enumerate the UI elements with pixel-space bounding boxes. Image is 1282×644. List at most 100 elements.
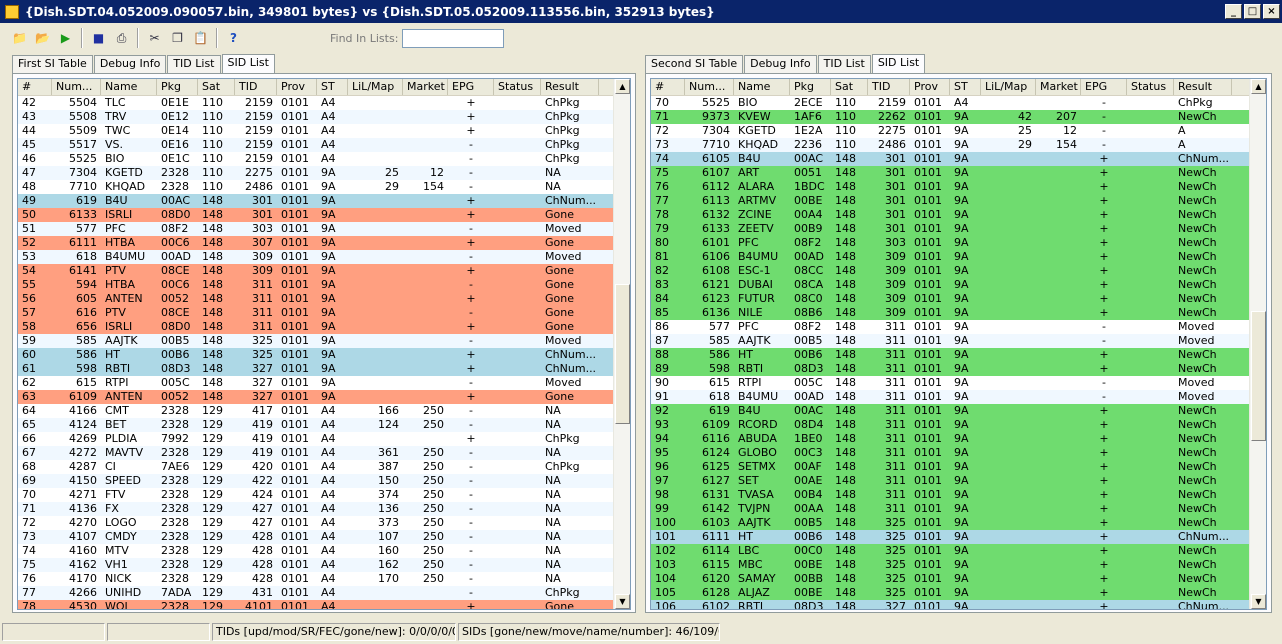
column-header[interactable]: Status — [494, 79, 541, 95]
table-row[interactable]: 81 6106 B4UMU 00AD 148 309 0101 9A + NewCh — [651, 250, 1266, 264]
left-sid-grid[interactable]: # Num... Name Pkg Sat TID Prov ST LiL/Map Market E… — [17, 78, 631, 610]
paste-icon[interactable]: 📋 — [189, 27, 212, 49]
table-row[interactable]: 105 6128 ALJAZ 00BE 148 325 0101 9A + NewCh — [651, 586, 1266, 600]
table-row[interactable]: 101 6111 HT 00B6 148 325 0101 9A + ChNum... — [651, 530, 1266, 544]
table-row[interactable]: 89 598 RBTI 08D3 148 311 0101 9A + NewCh — [651, 362, 1266, 376]
table-row[interactable]: 71 4136 FX 2328 129 427 0101 A4 136 250 - NA — [18, 502, 630, 516]
right-sid-grid[interactable]: # Num... Name Pkg Sat TID Prov ST LiL/Map Market E… — [650, 78, 1267, 610]
table-row[interactable]: 67 4272 MAVTV 2328 129 419 0101 A4 361 250 - NA — [18, 446, 630, 460]
table-row[interactable]: 76 6112 ALARA 1BDC 148 301 0101 9A + NewCh — [651, 180, 1266, 194]
table-row[interactable]: 47 7304 KGETD 2328 110 2275 0101 9A 25 12 - NA — [18, 166, 630, 180]
column-header[interactable]: Market — [1036, 79, 1081, 95]
table-row[interactable]: 73 7710 KHQAD 2236 110 2486 0101 9A 29 154 - A — [651, 138, 1266, 152]
table-row[interactable]: 75 4162 VH1 2328 129 428 0101 A4 162 250 - NA — [18, 558, 630, 572]
table-row[interactable]: 102 6114 LBC 00C0 148 325 0101 9A + NewCh — [651, 544, 1266, 558]
table-row[interactable]: 60 586 HT 00B6 148 325 0101 9A + ChNum... — [18, 348, 630, 362]
table-row[interactable]: 94 6116 ABUDA 1BE0 148 311 0101 9A + NewCh — [651, 432, 1266, 446]
table-row[interactable]: 72 7304 KGETD 1E2A 110 2275 0101 9A 25 12 - A — [651, 124, 1266, 138]
table-row[interactable]: 91 618 B4UMU 00AD 148 311 0101 9A - Moved — [651, 390, 1266, 404]
table-row[interactable]: 74 4160 MTV 2328 129 428 0101 A4 160 250 - NA — [18, 544, 630, 558]
table-row[interactable]: 77 6113 ARTMV 00BE 148 301 0101 9A + NewCh — [651, 194, 1266, 208]
table-row[interactable]: 96 6125 SETMX 00AF 148 311 0101 9A + NewCh — [651, 460, 1266, 474]
table-row[interactable]: 59 585 AAJTK 00B5 148 325 0101 9A - Moved — [18, 334, 630, 348]
table-row[interactable]: 84 6123 FUTUR 08C0 148 309 0101 9A + NewCh — [651, 292, 1266, 306]
column-header[interactable]: Name — [101, 79, 157, 95]
table-row[interactable]: 80 6101 PFC 08F2 148 303 0101 9A + NewCh — [651, 236, 1266, 250]
cut-icon[interactable]: ✂ — [143, 27, 166, 49]
column-header[interactable]: LiL/Map — [348, 79, 403, 95]
table-row[interactable]: 74 6105 B4U 00AC 148 301 0101 9A + ChNum... — [651, 152, 1266, 166]
table-row[interactable]: 62 615 RTPI 005C 148 327 0101 9A - Moved — [18, 376, 630, 390]
table-row[interactable]: 66 4269 PLDIA 7992 129 419 0101 A4 + ChPkg — [18, 432, 630, 446]
table-row[interactable]: 70 4271 FTV 2328 129 424 0101 A4 374 250 - NA — [18, 488, 630, 502]
table-row[interactable]: 57 616 PTV 08CE 148 311 0101 9A - Gone — [18, 306, 630, 320]
column-header[interactable]: # — [18, 79, 52, 95]
table-row[interactable]: 50 6133 ISRLI 08D0 148 301 0101 9A + Gone — [18, 208, 630, 222]
column-header[interactable]: LiL/Map — [981, 79, 1036, 95]
table-row[interactable]: 72 4270 LOGO 2328 129 427 0101 A4 373 250 - NA — [18, 516, 630, 530]
open-folder-icon[interactable]: 📁 — [8, 27, 31, 49]
table-row[interactable]: 73 4107 CMDY 2328 129 428 0101 A4 107 250 - NA — [18, 530, 630, 544]
tab-debug-info[interactable]: Debug Info — [93, 55, 167, 73]
scroll-up-icon[interactable]: ▲ — [1251, 79, 1266, 94]
column-header[interactable]: EPG — [448, 79, 494, 95]
tab-sid-list[interactable]: SID List — [871, 54, 926, 74]
table-row[interactable]: 92 619 B4U 00AC 148 311 0101 9A + NewCh — [651, 404, 1266, 418]
scroll-down-icon[interactable]: ▼ — [1251, 594, 1266, 609]
save-icon[interactable]: ■ — [87, 27, 110, 49]
table-row[interactable]: 97 6127 SET 00AE 148 311 0101 9A + NewCh — [651, 474, 1266, 488]
open-icon[interactable]: 📂 — [31, 27, 54, 49]
close-button[interactable]: × — [1263, 4, 1280, 19]
column-header[interactable]: Name — [734, 79, 790, 95]
table-row[interactable]: 54 6141 PTV 08CE 148 309 0101 9A + Gone — [18, 264, 630, 278]
column-header[interactable]: EPG — [1081, 79, 1127, 95]
scroll-up-icon[interactable]: ▲ — [615, 79, 630, 94]
table-row[interactable]: 90 615 RTPI 005C 148 311 0101 9A - Moved — [651, 376, 1266, 390]
table-row[interactable]: 51 577 PFC 08F2 148 303 0101 9A - Moved — [18, 222, 630, 236]
table-row[interactable]: 58 656 ISRLI 08D0 148 311 0101 9A + Gone — [18, 320, 630, 334]
column-header[interactable]: Num... — [685, 79, 734, 95]
column-header[interactable]: # — [651, 79, 685, 95]
help-icon[interactable]: ? — [222, 27, 245, 49]
table-row[interactable]: 86 577 PFC 08F2 148 311 0101 9A - Moved — [651, 320, 1266, 334]
column-header[interactable]: TID — [235, 79, 277, 95]
column-header[interactable]: TID — [868, 79, 910, 95]
table-row[interactable]: 75 6107 ART 0051 148 301 0101 9A + NewCh — [651, 166, 1266, 180]
column-header[interactable]: Pkg — [157, 79, 198, 95]
table-row[interactable]: 65 4124 BET 2328 129 419 0101 A4 124 250 - NA — [18, 418, 630, 432]
tab-debug-info[interactable]: Debug Info — [744, 55, 817, 73]
table-row[interactable]: 78 6132 ZCINE 00A4 148 301 0101 9A + NewCh — [651, 208, 1266, 222]
column-header[interactable]: Result — [541, 79, 599, 95]
table-row[interactable]: 44 5509 TWC 0E14 110 2159 0101 A4 + ChPkg — [18, 124, 630, 138]
table-row[interactable]: 79 6133 ZEETV 00B9 148 301 0101 9A + NewCh — [651, 222, 1266, 236]
print-icon[interactable]: ⎙ — [110, 27, 133, 49]
table-row[interactable]: 61 598 RBTI 08D3 148 327 0101 9A + ChNum... — [18, 362, 630, 376]
tab-tid-list[interactable]: TID List — [817, 55, 871, 73]
minimize-button[interactable]: _ — [1225, 4, 1242, 19]
table-row[interactable]: 69 4150 SPEED 2328 129 422 0101 A4 150 250 - NA — [18, 474, 630, 488]
table-row[interactable]: 48 7710 KHQAD 2328 110 2486 0101 9A 29 154 - NA — [18, 180, 630, 194]
table-row[interactable]: 98 6131 TVASA 00B4 148 311 0101 9A + NewCh — [651, 488, 1266, 502]
tab-sid-list[interactable]: SID List — [221, 54, 275, 74]
table-row[interactable]: 100 6103 AAJTK 00B5 148 325 0101 9A + NewCh — [651, 516, 1266, 530]
table-row[interactable]: 70 5525 BIO 2ECE 110 2159 0101 A4 - ChPkg — [651, 96, 1266, 110]
table-row[interactable]: 71 9373 KVEW 1AF6 110 2262 0101 9A 42 207 - NewCh — [651, 110, 1266, 124]
table-row[interactable]: 42 5504 TLC 0E1E 110 2159 0101 A4 + ChPkg — [18, 96, 630, 110]
table-row[interactable]: 43 5508 TRV 0E12 110 2159 0101 A4 + ChPkg — [18, 110, 630, 124]
table-row[interactable]: 87 585 AAJTK 00B5 148 311 0101 9A - Moved — [651, 334, 1266, 348]
table-row[interactable]: 99 6142 TVJPN 00AA 148 311 0101 9A + NewCh — [651, 502, 1266, 516]
scroll-thumb[interactable] — [615, 284, 630, 424]
table-row[interactable]: 82 6108 ESC-1 08CC 148 309 0101 9A + NewCh — [651, 264, 1266, 278]
column-header[interactable]: Num... — [52, 79, 101, 95]
table-row[interactable]: 104 6120 SAMAY 00BB 148 325 0101 9A + NewCh — [651, 572, 1266, 586]
find-input[interactable] — [402, 28, 505, 48]
column-header[interactable]: ST — [317, 79, 348, 95]
table-row[interactable]: 55 594 HTBA 00C6 148 311 0101 9A - Gone — [18, 278, 630, 292]
column-header[interactable]: Prov — [910, 79, 950, 95]
table-row[interactable]: 63 6109 ANTEN 0052 148 327 0101 9A + Gone — [18, 390, 630, 404]
table-row[interactable]: 64 4166 CMT 2328 129 417 0101 A4 166 250 - NA — [18, 404, 630, 418]
table-row[interactable]: 78 4530 WOI 2328 129 4101 0101 A4 + Gone — [18, 600, 630, 609]
table-row[interactable]: 45 5517 VS. 0E16 110 2159 0101 A4 - ChPkg — [18, 138, 630, 152]
table-row[interactable]: 106 6102 RBTI 08D3 148 327 0101 9A + ChNum... — [651, 600, 1266, 609]
copy-icon[interactable]: ❐ — [166, 27, 189, 49]
